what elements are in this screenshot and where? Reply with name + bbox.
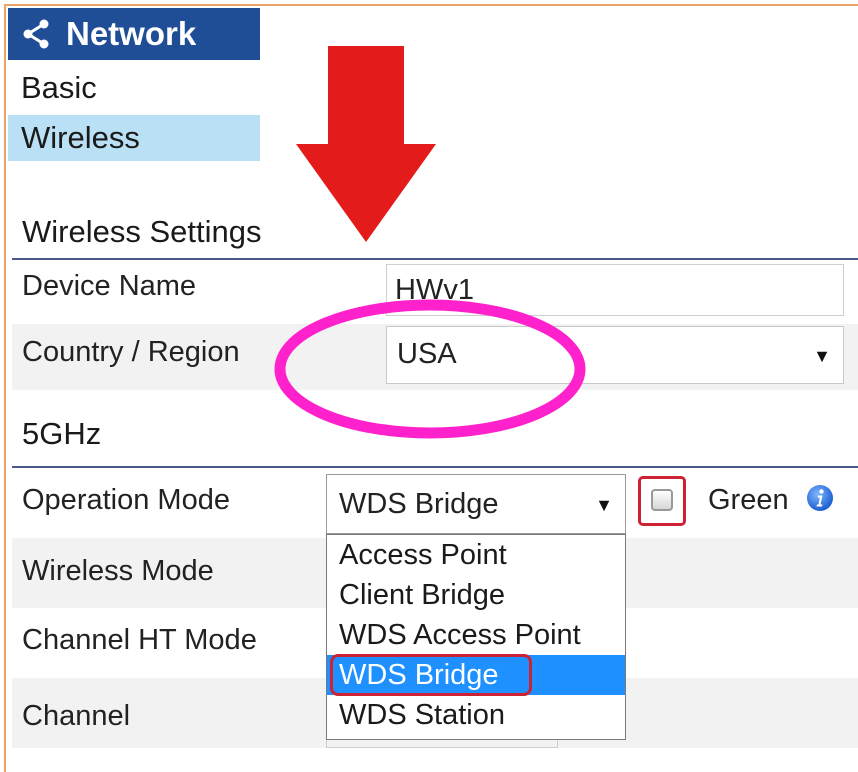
caret-down-icon: ▼ xyxy=(595,495,613,515)
channel-select[interactable] xyxy=(326,740,558,748)
country-region-label: Country / Region xyxy=(22,336,240,368)
operation-mode-label: Operation Mode xyxy=(22,484,230,516)
network-nav-title: Network xyxy=(66,15,197,52)
operation-mode-select[interactable]: WDS Bridge ▼ xyxy=(326,474,626,534)
channel-ht-mode-label: Channel HT Mode xyxy=(22,624,257,656)
band-5ghz-title: 5GHz xyxy=(22,416,102,451)
operation-mode-dropdown[interactable]: Access Point Client Bridge WDS Access Po… xyxy=(326,534,626,740)
network-nav-header[interactable]: Network xyxy=(8,8,260,60)
option-access-point[interactable]: Access Point xyxy=(327,535,625,575)
sidebar-item-basic[interactable]: Basic xyxy=(8,65,260,111)
pink-circle-annotation xyxy=(274,299,586,439)
info-icon[interactable] xyxy=(806,484,834,512)
wireless-mode-label: Wireless Mode xyxy=(22,555,214,587)
red-arrow-annotation xyxy=(296,46,436,242)
option-wds-station[interactable]: WDS Station xyxy=(327,695,625,735)
share-icon xyxy=(23,19,49,49)
operation-mode-value: WDS Bridge xyxy=(339,488,499,520)
option-wds-access-point[interactable]: WDS Access Point xyxy=(327,615,625,655)
green-label: Green xyxy=(708,484,789,516)
sidebar-item-wireless[interactable]: Wireless xyxy=(8,115,260,161)
device-name-label: Device Name xyxy=(22,270,197,302)
selected-option-highlight-annotation xyxy=(330,654,532,696)
channel-label: Channel xyxy=(22,700,131,732)
option-client-bridge[interactable]: Client Bridge xyxy=(327,575,625,615)
green-checkbox[interactable] xyxy=(651,489,673,511)
caret-down-icon: ▼ xyxy=(813,346,831,366)
wireless-settings-title: Wireless Settings xyxy=(22,214,262,249)
